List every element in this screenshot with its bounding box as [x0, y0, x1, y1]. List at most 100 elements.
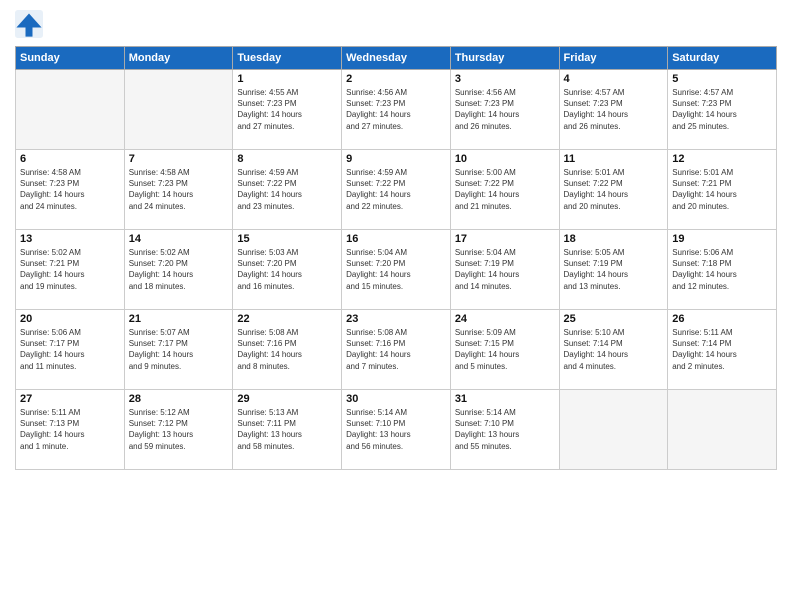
day-number: 28 — [129, 393, 229, 405]
calendar-cell: 1 Sunrise: 4:55 AM Sunset: 7:23 PM Daylig… — [233, 70, 342, 150]
day-number: 10 — [455, 153, 555, 165]
day-number: 1 — [237, 73, 337, 85]
weekday-header: Monday — [124, 47, 233, 70]
day-info: Sunrise: 4:56 AM Sunset: 7:23 PM Dayligh… — [455, 87, 555, 132]
calendar-cell: 10 Sunrise: 5:00 AM Sunset: 7:22 PM Dayli… — [450, 150, 559, 230]
day-info: Sunrise: 4:56 AM Sunset: 7:23 PM Dayligh… — [346, 87, 446, 132]
day-info: Sunrise: 5:08 AM Sunset: 7:16 PM Dayligh… — [237, 327, 337, 372]
day-info: Sunrise: 5:06 AM Sunset: 7:17 PM Dayligh… — [20, 327, 120, 372]
day-number: 18 — [564, 233, 664, 245]
day-number: 7 — [129, 153, 229, 165]
day-info: Sunrise: 5:14 AM Sunset: 7:10 PM Dayligh… — [346, 407, 446, 452]
day-info: Sunrise: 5:00 AM Sunset: 7:22 PM Dayligh… — [455, 167, 555, 212]
calendar-cell: 17 Sunrise: 5:04 AM Sunset: 7:19 PM Dayli… — [450, 230, 559, 310]
calendar-cell: 22 Sunrise: 5:08 AM Sunset: 7:16 PM Dayli… — [233, 310, 342, 390]
day-info: Sunrise: 4:55 AM Sunset: 7:23 PM Dayligh… — [237, 87, 337, 132]
day-info: Sunrise: 4:58 AM Sunset: 7:23 PM Dayligh… — [129, 167, 229, 212]
day-number: 4 — [564, 73, 664, 85]
day-info: Sunrise: 5:04 AM Sunset: 7:20 PM Dayligh… — [346, 247, 446, 292]
day-info: Sunrise: 5:12 AM Sunset: 7:12 PM Dayligh… — [129, 407, 229, 452]
calendar-week-row: 20 Sunrise: 5:06 AM Sunset: 7:17 PM Dayli… — [16, 310, 777, 390]
calendar-cell: 5 Sunrise: 4:57 AM Sunset: 7:23 PM Daylig… — [668, 70, 777, 150]
day-info: Sunrise: 5:14 AM Sunset: 7:10 PM Dayligh… — [455, 407, 555, 452]
calendar-cell: 13 Sunrise: 5:02 AM Sunset: 7:21 PM Dayli… — [16, 230, 125, 310]
calendar-cell: 2 Sunrise: 4:56 AM Sunset: 7:23 PM Daylig… — [342, 70, 451, 150]
day-number: 5 — [672, 73, 772, 85]
day-number: 11 — [564, 153, 664, 165]
day-number: 26 — [672, 313, 772, 325]
weekday-header: Thursday — [450, 47, 559, 70]
calendar-cell: 29 Sunrise: 5:13 AM Sunset: 7:11 PM Dayli… — [233, 390, 342, 470]
calendar-week-row: 13 Sunrise: 5:02 AM Sunset: 7:21 PM Dayli… — [16, 230, 777, 310]
day-number: 22 — [237, 313, 337, 325]
day-info: Sunrise: 5:02 AM Sunset: 7:20 PM Dayligh… — [129, 247, 229, 292]
day-number: 8 — [237, 153, 337, 165]
weekday-header: Sunday — [16, 47, 125, 70]
day-number: 6 — [20, 153, 120, 165]
day-info: Sunrise: 5:01 AM Sunset: 7:22 PM Dayligh… — [564, 167, 664, 212]
calendar-cell: 16Sunrise: 5:04 AM Sunset: 7:20 PM Dayli… — [342, 230, 451, 310]
calendar-cell: 20 Sunrise: 5:06 AM Sunset: 7:17 PM Dayli… — [16, 310, 125, 390]
day-info: Sunrise: 5:08 AM Sunset: 7:16 PM Dayligh… — [346, 327, 446, 372]
day-number: 19 — [672, 233, 772, 245]
calendar-cell: 26 Sunrise: 5:11 AM Sunset: 7:14 PM Dayli… — [668, 310, 777, 390]
calendar-cell — [124, 70, 233, 150]
day-info: Sunrise: 5:04 AM Sunset: 7:19 PM Dayligh… — [455, 247, 555, 292]
calendar-cell — [16, 70, 125, 150]
day-number: 20 — [20, 313, 120, 325]
calendar-cell: 9Sunrise: 4:59 AM Sunset: 7:22 PM Daylig… — [342, 150, 451, 230]
day-info: Sunrise: 5:01 AM Sunset: 7:21 PM Dayligh… — [672, 167, 772, 212]
calendar-cell: 21 Sunrise: 5:07 AM Sunset: 7:17 PM Dayli… — [124, 310, 233, 390]
day-info: Sunrise: 5:07 AM Sunset: 7:17 PM Dayligh… — [129, 327, 229, 372]
calendar-cell: 19 Sunrise: 5:06 AM Sunset: 7:18 PM Dayli… — [668, 230, 777, 310]
calendar-cell: 28 Sunrise: 5:12 AM Sunset: 7:12 PM Dayli… — [124, 390, 233, 470]
day-number: 31 — [455, 393, 555, 405]
calendar-cell: 23 Sunrise: 5:08 AM Sunset: 7:16 PM Dayli… — [342, 310, 451, 390]
day-info: Sunrise: 5:06 AM Sunset: 7:18 PM Dayligh… — [672, 247, 772, 292]
calendar-cell — [668, 390, 777, 470]
calendar: SundayMondayTuesdayWednesdayThursdayFrid… — [15, 46, 777, 470]
calendar-cell: 3 Sunrise: 4:56 AM Sunset: 7:23 PM Daylig… — [450, 70, 559, 150]
logo — [15, 10, 47, 38]
calendar-cell: 12 Sunrise: 5:01 AM Sunset: 7:21 PM Dayli… — [668, 150, 777, 230]
calendar-cell: 18 Sunrise: 5:05 AM Sunset: 7:19 PM Dayli… — [559, 230, 668, 310]
day-info: Sunrise: 4:58 AM Sunset: 7:23 PM Dayligh… — [20, 167, 120, 212]
day-info: Sunrise: 5:09 AM Sunset: 7:15 PM Dayligh… — [455, 327, 555, 372]
day-number: 13 — [20, 233, 120, 245]
day-number: 29 — [237, 393, 337, 405]
day-number: 12 — [672, 153, 772, 165]
calendar-cell: 30 Sunrise: 5:14 AM Sunset: 7:10 PM Dayli… — [342, 390, 451, 470]
weekday-header: Saturday — [668, 47, 777, 70]
day-info: Sunrise: 5:03 AM Sunset: 7:20 PM Dayligh… — [237, 247, 337, 292]
day-number: 30 — [346, 393, 446, 405]
calendar-cell: 4 Sunrise: 4:57 AM Sunset: 7:23 PM Daylig… — [559, 70, 668, 150]
day-info: Sunrise: 5:11 AM Sunset: 7:13 PM Dayligh… — [20, 407, 120, 452]
day-info: Sunrise: 5:05 AM Sunset: 7:19 PM Dayligh… — [564, 247, 664, 292]
calendar-cell: 14Sunrise: 5:02 AM Sunset: 7:20 PM Dayli… — [124, 230, 233, 310]
day-number: 21 — [129, 313, 229, 325]
day-number: 25 — [564, 313, 664, 325]
calendar-cell: 31 Sunrise: 5:14 AM Sunset: 7:10 PM Dayli… — [450, 390, 559, 470]
calendar-cell — [559, 390, 668, 470]
day-number: 24 — [455, 313, 555, 325]
day-info: Sunrise: 5:13 AM Sunset: 7:11 PM Dayligh… — [237, 407, 337, 452]
weekday-header: Friday — [559, 47, 668, 70]
calendar-cell: 25Sunrise: 5:10 AM Sunset: 7:14 PM Dayli… — [559, 310, 668, 390]
calendar-week-row: 1 Sunrise: 4:55 AM Sunset: 7:23 PM Daylig… — [16, 70, 777, 150]
day-number: 27 — [20, 393, 120, 405]
day-number: 3 — [455, 73, 555, 85]
day-info: Sunrise: 4:59 AM Sunset: 7:22 PM Dayligh… — [237, 167, 337, 212]
header — [15, 10, 777, 38]
calendar-week-row: 27 Sunrise: 5:11 AM Sunset: 7:13 PM Dayli… — [16, 390, 777, 470]
calendar-cell: 24 Sunrise: 5:09 AM Sunset: 7:15 PM Dayli… — [450, 310, 559, 390]
day-number: 17 — [455, 233, 555, 245]
calendar-cell: 7 Sunrise: 4:58 AM Sunset: 7:23 PM Daylig… — [124, 150, 233, 230]
day-info: Sunrise: 5:02 AM Sunset: 7:21 PM Dayligh… — [20, 247, 120, 292]
day-info: Sunrise: 4:59 AM Sunset: 7:22 PM Dayligh… — [346, 167, 446, 212]
day-number: 23 — [346, 313, 446, 325]
day-info: Sunrise: 4:57 AM Sunset: 7:23 PM Dayligh… — [564, 87, 664, 132]
day-info: Sunrise: 5:11 AM Sunset: 7:14 PM Dayligh… — [672, 327, 772, 372]
logo-icon — [15, 10, 43, 38]
day-number: 2 — [346, 73, 446, 85]
day-info: Sunrise: 4:57 AM Sunset: 7:23 PM Dayligh… — [672, 87, 772, 132]
